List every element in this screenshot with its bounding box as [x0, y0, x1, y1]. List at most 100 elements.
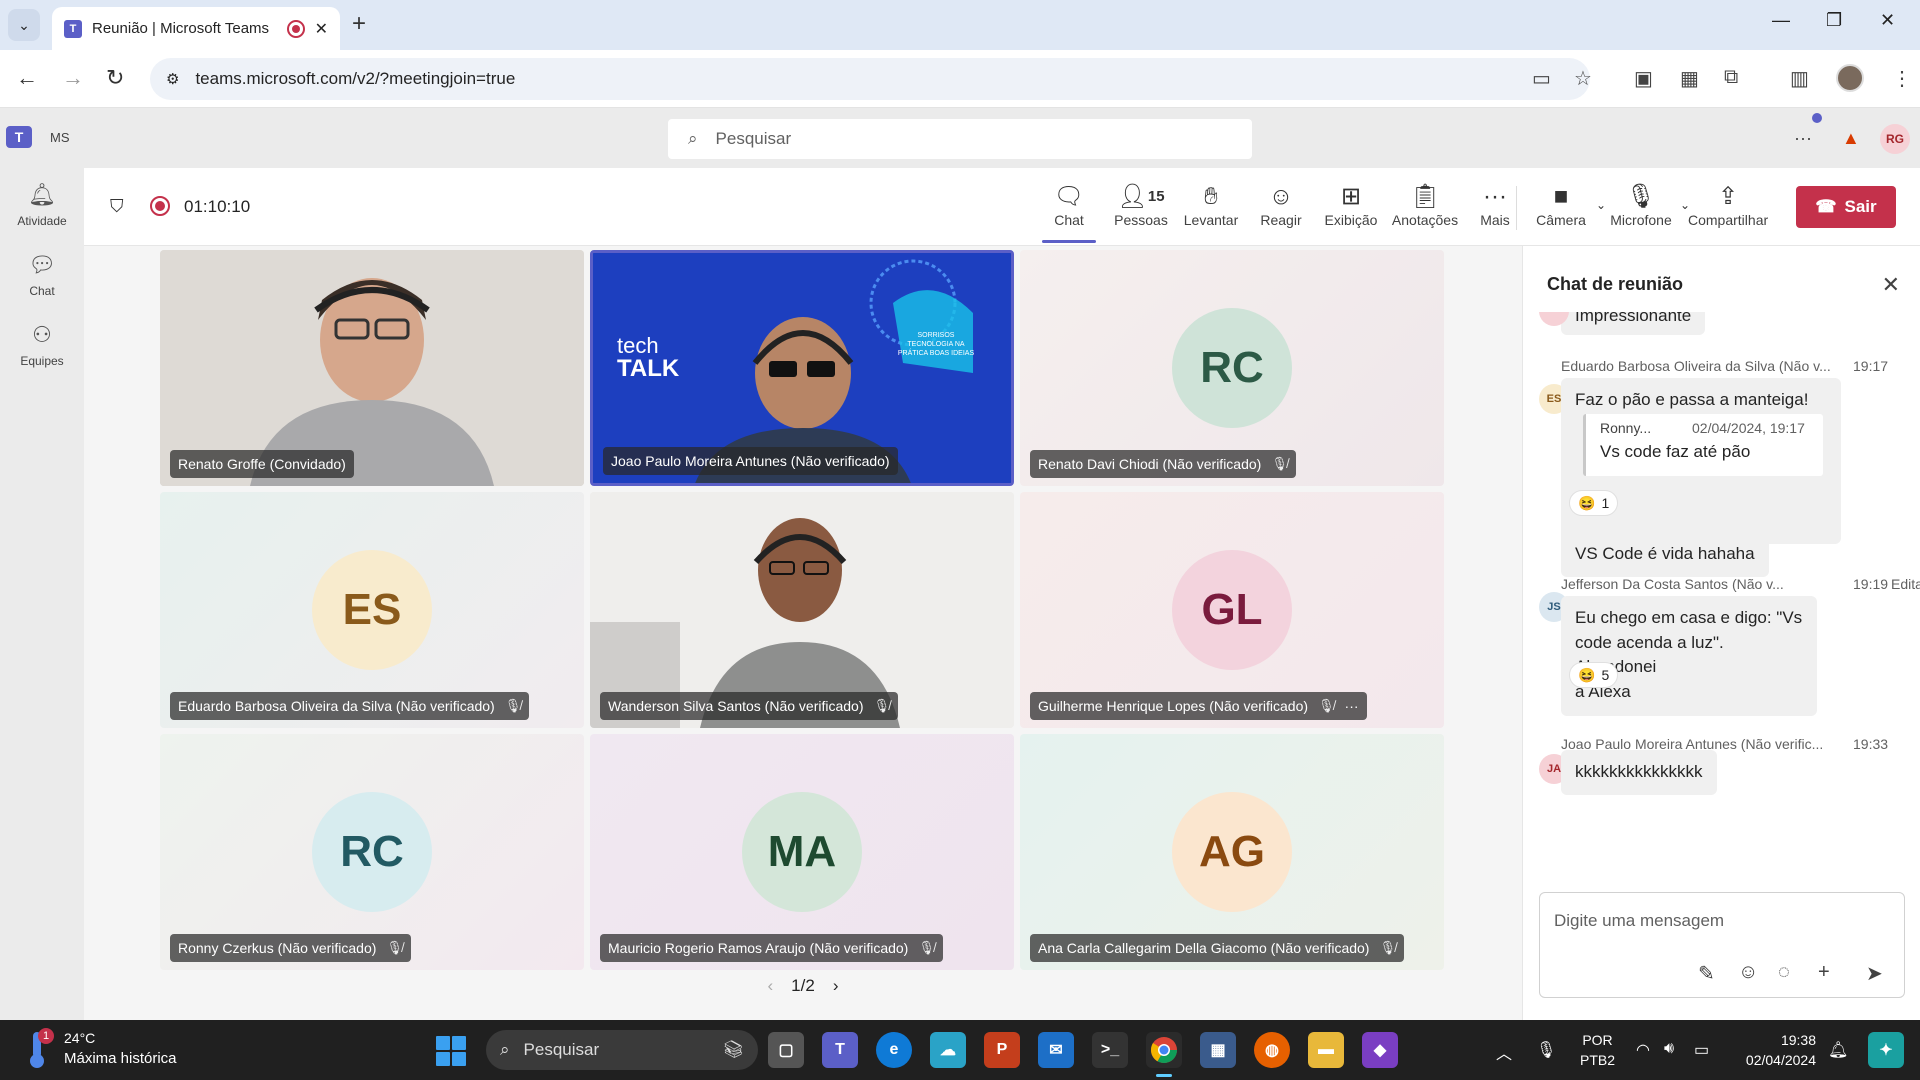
- url-field[interactable]: ⚙ teams.microsoft.com/v2/?meetingjoin=tr…: [150, 58, 1590, 100]
- qr-icon[interactable]: ▦: [1680, 66, 1699, 91]
- network-app-icon[interactable]: ▦: [1200, 1032, 1236, 1068]
- new-tab-button[interactable]: +: [352, 10, 366, 38]
- reload-icon[interactable]: ↻: [106, 65, 124, 91]
- mail-icon[interactable]: ✉: [1038, 1032, 1074, 1068]
- quote-text: Vs code faz até pão: [1600, 442, 1751, 461]
- minimize-icon[interactable]: —: [1772, 10, 1790, 31]
- visual-studio-icon[interactable]: ◆: [1362, 1032, 1398, 1068]
- people-button[interactable]: 👤︎15 Pessoas: [1106, 182, 1176, 228]
- camera-indicator-icon[interactable]: ▭: [1532, 66, 1551, 91]
- taskbar-clock[interactable]: 19:38 02/04/2024: [1740, 1030, 1816, 1070]
- teams-app-icon[interactable]: T: [822, 1032, 858, 1068]
- camera-options-chevron-icon[interactable]: ⌄: [1596, 198, 1606, 212]
- weather-temp[interactable]: 24°C: [64, 1030, 95, 1046]
- participant-tile[interactable]: ES Eduardo Barbosa Oliveira da Silva (Nã…: [160, 492, 584, 728]
- user-avatar[interactable]: RG: [1880, 124, 1910, 154]
- next-page-icon[interactable]: ›: [833, 976, 839, 996]
- quoted-message[interactable]: Ronny... 02/04/2024, 19:17 Vs code faz a…: [1583, 414, 1823, 476]
- meeting-timer: 01:10:10: [184, 197, 251, 216]
- powerpoint-icon[interactable]: P: [984, 1032, 1020, 1068]
- chrome-icon[interactable]: [1146, 1032, 1182, 1077]
- message-compose-box[interactable]: Digite uma mensagem ✎ ☺ ◌ + ➤: [1539, 892, 1905, 998]
- wifi-icon[interactable]: ◠: [1636, 1040, 1650, 1060]
- participant-tile[interactable]: RC Renato Davi Chiodi (Não verificado) 🎙…: [1020, 250, 1444, 486]
- tray-chevron-icon[interactable]: ︿: [1496, 1040, 1512, 1064]
- reaction-pill[interactable]: 😆 1: [1569, 490, 1619, 516]
- task-view-icon[interactable]: ▢: [768, 1032, 804, 1068]
- chat-message-list[interactable]: Impressionante Eduardo Barbosa Oliveira …: [1523, 312, 1920, 882]
- restore-icon[interactable]: ❐: [1826, 10, 1842, 31]
- loop-icon[interactable]: ◌: [1778, 961, 1790, 984]
- view-button[interactable]: ⊞ Exibição: [1316, 182, 1386, 228]
- format-icon[interactable]: ✎: [1698, 961, 1715, 986]
- site-info-icon[interactable]: ⚙: [166, 70, 179, 88]
- share-button[interactable]: ⇪ Compartilhar: [1688, 182, 1768, 228]
- grid-icon: ⊞: [1340, 183, 1362, 210]
- close-icon[interactable]: ✕: [1882, 272, 1900, 298]
- participant-tile-speaking[interactable]: tech TALK SORRISOS TECNOLOGIA NA PRÁTICA…: [590, 250, 1014, 486]
- window-close-icon[interactable]: ✕: [1880, 10, 1895, 31]
- rail-item-teams[interactable]: ⚇ Equipes: [0, 322, 84, 368]
- notification-dot: [1812, 113, 1822, 123]
- more-label: Mais: [1480, 212, 1510, 228]
- azure-icon[interactable]: ☁: [930, 1032, 966, 1068]
- plus-icon[interactable]: +: [1818, 961, 1830, 984]
- sidebar-icon[interactable]: ▥: [1790, 66, 1809, 91]
- leave-button[interactable]: ☎ Sair: [1796, 186, 1896, 228]
- copilot-icon[interactable]: ✦: [1868, 1032, 1904, 1068]
- compose-placeholder: Digite uma mensagem: [1554, 911, 1725, 930]
- leave-label: Sair: [1844, 197, 1877, 216]
- back-icon[interactable]: ←: [16, 65, 38, 91]
- laughing-emoji-icon: 😆: [1578, 666, 1596, 683]
- rail-item-activity[interactable]: 🔔︎ Atividade: [0, 182, 84, 228]
- notes-button[interactable]: 📋︎ Anotações: [1390, 182, 1460, 228]
- weather-desc[interactable]: Máxima histórica: [64, 1050, 177, 1067]
- shield-icon[interactable]: ⛉: [110, 196, 124, 217]
- mic-button[interactable]: 🎙︎ Microfone: [1606, 182, 1676, 228]
- mic-off-icon: 🎙︎̸: [873, 698, 891, 713]
- raise-hand-button[interactable]: ✋︎ Levantar: [1176, 182, 1246, 228]
- more-options-icon[interactable]: ···: [1794, 128, 1812, 149]
- participant-tile[interactable]: RC Ronny Czerkus (Não verificado) 🎙︎̸: [160, 734, 584, 970]
- participant-tile[interactable]: Wanderson Silva Santos (Não verificado) …: [590, 492, 1014, 728]
- reaction-pill[interactable]: 😆 5: [1569, 662, 1619, 688]
- tab-close-icon[interactable]: ✕: [315, 19, 328, 39]
- windows-start-button[interactable]: [436, 1036, 466, 1066]
- volume-icon[interactable]: 🔊︎: [1664, 1040, 1674, 1058]
- browser-profile-avatar[interactable]: [1836, 64, 1864, 92]
- participant-tile[interactable]: Renato Groffe (Convidado): [160, 250, 584, 486]
- notification-bell-icon[interactable]: 🔔︎: [1828, 1040, 1848, 1060]
- bookmark-star-icon[interactable]: ☆: [1574, 66, 1592, 91]
- taskbar-search[interactable]: ⌕ Pesquisar 📚︎: [486, 1030, 758, 1070]
- more-button[interactable]: ··· Mais: [1460, 182, 1530, 228]
- browser-tab[interactable]: T Reunião | Microsoft Teams ✕: [52, 7, 340, 50]
- quote-time: 02/04/2024, 19:17: [1692, 420, 1805, 436]
- prev-page-icon[interactable]: ‹: [768, 976, 774, 996]
- participant-tile[interactable]: GL Guilherme Henrique Lopes (Não verific…: [1020, 492, 1444, 728]
- react-button[interactable]: ☺ Reagir: [1246, 182, 1316, 228]
- emoji-icon[interactable]: ☺: [1738, 961, 1758, 984]
- chrome-menu-icon[interactable]: ⋮: [1892, 66, 1912, 91]
- participant-tile[interactable]: AG Ana Carla Callegarim Della Giacomo (N…: [1020, 734, 1444, 970]
- tab-search-button[interactable]: ⌄: [8, 9, 40, 41]
- firefox-icon[interactable]: ◍: [1254, 1032, 1290, 1068]
- camera-button[interactable]: ■ Câmera: [1526, 182, 1596, 228]
- file-explorer-icon[interactable]: ▬: [1308, 1032, 1344, 1068]
- extensions-icon[interactable]: ⧉: [1724, 66, 1738, 89]
- send-icon[interactable]: ➤: [1866, 961, 1883, 986]
- pip-icon[interactable]: ▣: [1634, 66, 1653, 91]
- chat-button[interactable]: 🗨︎ Chat: [1034, 182, 1104, 243]
- terminal-icon[interactable]: >_: [1092, 1032, 1128, 1068]
- rail-item-chat[interactable]: 💬︎ Chat: [0, 252, 84, 298]
- mic-label: Microfone: [1610, 212, 1672, 228]
- edge-icon[interactable]: e: [876, 1032, 912, 1068]
- forward-icon[interactable]: →: [62, 65, 84, 91]
- input-language[interactable]: POR PTB2: [1580, 1030, 1615, 1070]
- battery-icon[interactable]: ▭: [1694, 1040, 1709, 1060]
- tray-mic-icon[interactable]: 🎙︎: [1536, 1040, 1556, 1060]
- camera-label: Câmera: [1536, 212, 1586, 228]
- participant-tile[interactable]: MA Mauricio Rogerio Ramos Araujo (Não ve…: [590, 734, 1014, 970]
- teams-search-input[interactable]: ⌕ Pesquisar: [668, 119, 1252, 159]
- more-options-icon[interactable]: ···: [1345, 698, 1359, 714]
- warning-icon[interactable]: ▲: [1842, 128, 1860, 149]
